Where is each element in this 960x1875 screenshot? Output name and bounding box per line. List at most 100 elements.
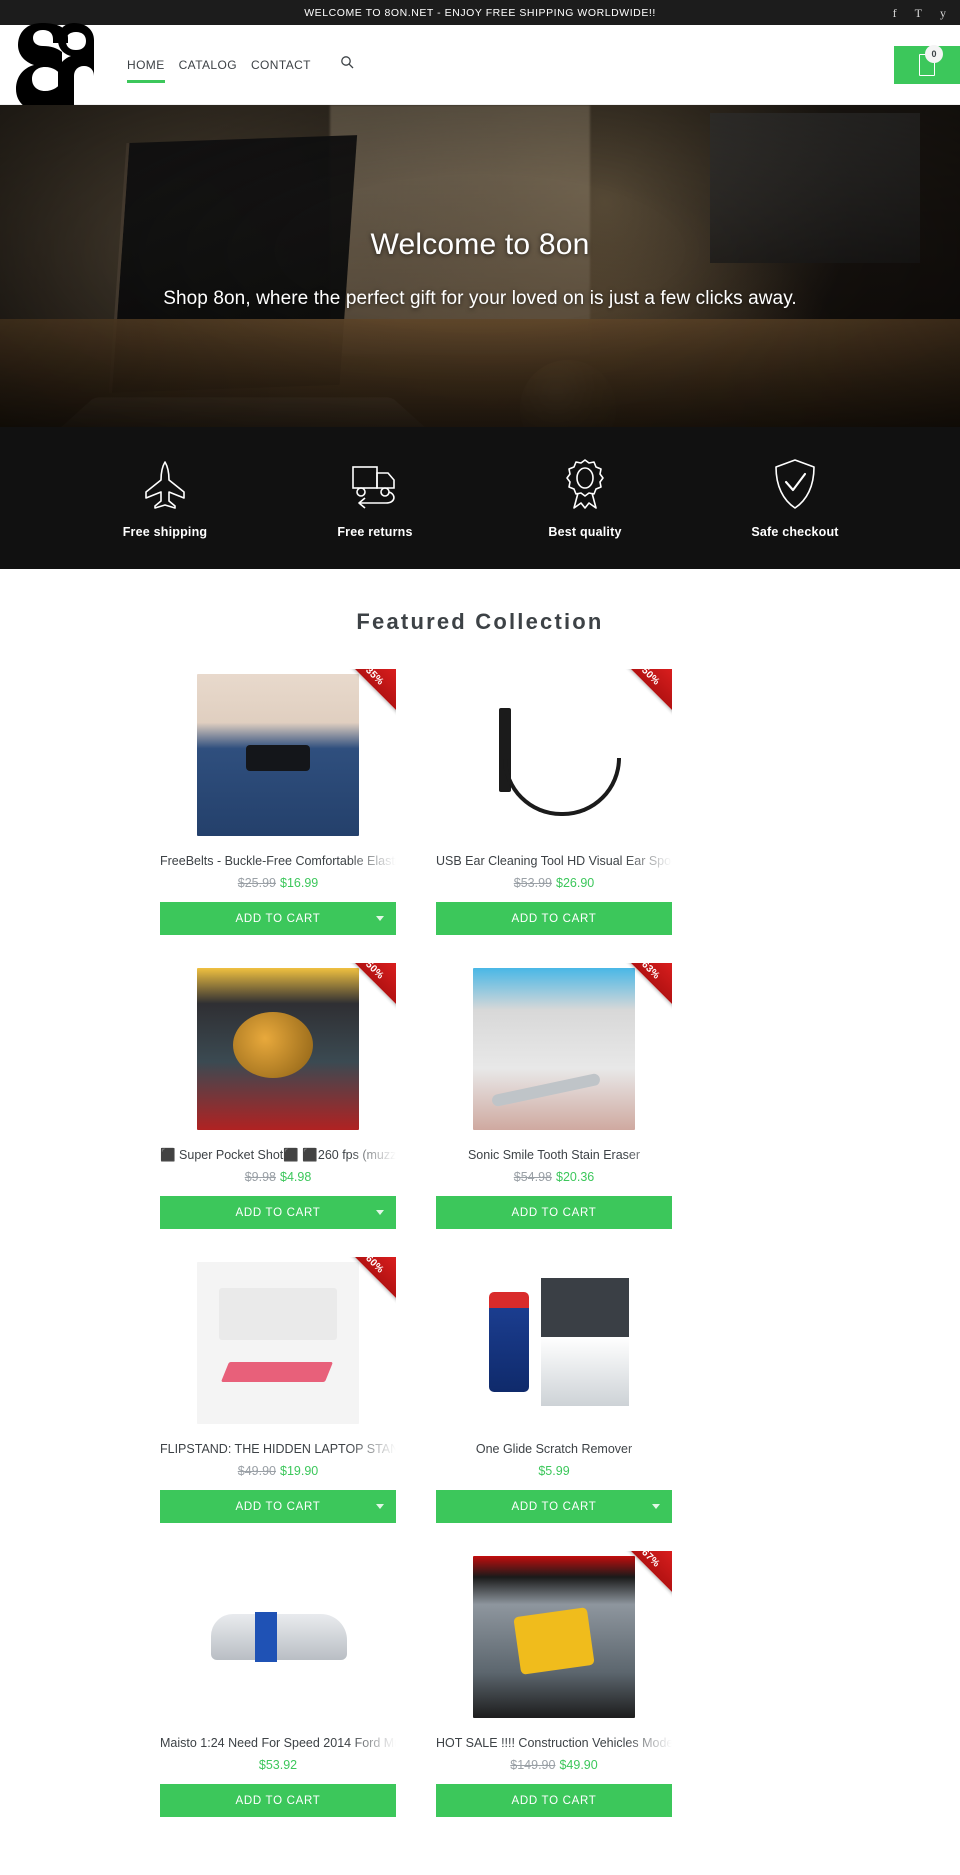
discount-badge-label: - 63% bbox=[634, 963, 662, 982]
shield-check-icon bbox=[690, 457, 900, 511]
add-to-cart-label: ADD TO CART bbox=[511, 912, 597, 925]
add-to-cart-label: ADD TO CART bbox=[235, 1206, 321, 1219]
product-image[interactable]: - 35% bbox=[160, 669, 396, 841]
product-title[interactable]: FreeBelts - Buckle-Free Comfortable Elas… bbox=[160, 853, 396, 870]
discount-badge-label: - 50% bbox=[358, 963, 386, 982]
product-image[interactable] bbox=[160, 1551, 396, 1723]
product-card: - 50% ⬛ Super Pocket Shot⬛ ⬛260 fps (muzz… bbox=[160, 963, 396, 1257]
feature-label: Free returns bbox=[337, 525, 413, 539]
product-price: $25.99 $16.99 bbox=[160, 876, 396, 890]
add-to-cart-button[interactable]: ADD TO CART bbox=[160, 902, 396, 935]
add-to-cart-button[interactable]: ADD TO CART bbox=[160, 1784, 396, 1817]
truck-return-icon bbox=[270, 457, 480, 511]
product-image[interactable]: - 60% bbox=[160, 1257, 396, 1429]
product-price: $9.98 $4.98 bbox=[160, 1170, 396, 1184]
product-image[interactable]: - 63% bbox=[436, 963, 672, 1135]
discount-badge-label: - 67% bbox=[634, 1551, 662, 1570]
product-price-sale: $20.36 bbox=[556, 1170, 595, 1184]
product-card: - 67% HOT SALE !!!! Construction Vehicles… bbox=[436, 1551, 672, 1845]
product-price: $149.90 $49.90 bbox=[436, 1758, 672, 1772]
product-price-sale: $4.98 bbox=[280, 1170, 312, 1184]
cart-button[interactable]: 0 bbox=[894, 45, 960, 84]
product-price-original: $25.99 bbox=[237, 876, 276, 890]
add-to-cart-button[interactable]: ADD TO CART bbox=[436, 902, 672, 935]
product-title[interactable]: ⬛ Super Pocket Shot⬛ ⬛260 fps (muzzle ve… bbox=[160, 1147, 396, 1164]
nav-item-contact[interactable]: CONTACT bbox=[244, 25, 318, 105]
product-thumbnail bbox=[197, 968, 359, 1130]
product-price-original: $54.98 bbox=[513, 1170, 552, 1184]
nav-item-catalog[interactable]: CATALOG bbox=[172, 25, 244, 105]
discount-badge-label: - 35% bbox=[358, 669, 386, 688]
add-to-cart-button[interactable]: ADD TO CART bbox=[160, 1490, 396, 1523]
product-price-sale: $49.90 bbox=[559, 1758, 598, 1772]
nav-item-home[interactable]: HOME bbox=[120, 25, 172, 105]
product-price-original: $9.98 bbox=[244, 1170, 276, 1184]
product-card: - 50% USB Ear Cleaning Tool HD Visual Ear… bbox=[436, 669, 672, 963]
award-ribbon-icon bbox=[480, 457, 690, 511]
chevron-down-icon bbox=[376, 916, 384, 921]
product-thumbnail bbox=[197, 1556, 359, 1718]
product-price-original: $149.90 bbox=[510, 1758, 556, 1772]
product-price-sale: $26.90 bbox=[556, 876, 595, 890]
add-to-cart-label: ADD TO CART bbox=[511, 1500, 597, 1513]
cart-icon: 0 bbox=[919, 45, 943, 76]
product-price-sale: $53.92 bbox=[258, 1758, 298, 1772]
product-image[interactable]: - 50% bbox=[436, 669, 672, 841]
product-thumbnail bbox=[473, 674, 635, 836]
product-image[interactable] bbox=[436, 1257, 672, 1429]
site-logo[interactable] bbox=[16, 21, 94, 113]
cart-count-badge: 0 bbox=[925, 45, 943, 63]
product-title[interactable]: Sonic Smile Tooth Stain Eraser bbox=[436, 1147, 672, 1164]
product-thumbnail bbox=[473, 1556, 635, 1718]
social-links: f T y bbox=[893, 0, 946, 25]
add-to-cart-label: ADD TO CART bbox=[511, 1794, 597, 1807]
youtube-icon[interactable]: y bbox=[940, 7, 946, 19]
discount-badge-label: - 50% bbox=[634, 669, 662, 688]
product-title[interactable]: One Glide Scratch Remover bbox=[436, 1441, 672, 1458]
featured-collection-section: Featured Collection - 35% FreeBelts - Buc… bbox=[0, 569, 960, 1845]
page-title: Featured Collection bbox=[356, 609, 604, 634]
product-grid: - 35% FreeBelts - Buckle-Free Comfortable… bbox=[160, 669, 800, 1845]
product-title[interactable]: FLIPSTAND: THE HIDDEN LAPTOP STAND- de bbox=[160, 1441, 396, 1458]
product-image[interactable]: - 50% bbox=[160, 963, 396, 1135]
site-header: HOME CATALOG CONTACT 0 bbox=[0, 23, 960, 112]
features-bar: Free shipping Free returns Best quality bbox=[0, 427, 960, 569]
hero-title: Welcome to 8on bbox=[370, 228, 590, 261]
product-price-sale: $19.90 bbox=[280, 1464, 319, 1478]
product-thumbnail bbox=[473, 1262, 635, 1424]
product-card: - 60% FLIPSTAND: THE HIDDEN LAPTOP STAND-… bbox=[160, 1257, 396, 1551]
product-title[interactable]: Maisto 1:24 Need For Speed 2014 Ford Mus… bbox=[160, 1735, 396, 1752]
product-price-sale: $16.99 bbox=[280, 876, 319, 890]
feature-safe-checkout: Safe checkout bbox=[690, 457, 900, 539]
product-price: $5.99 bbox=[436, 1464, 672, 1478]
search-icon[interactable] bbox=[340, 25, 354, 105]
add-to-cart-button[interactable]: ADD TO CART bbox=[436, 1490, 672, 1523]
discount-badge-label: - 60% bbox=[358, 1257, 386, 1276]
feature-free-shipping: Free shipping bbox=[60, 457, 270, 539]
product-card: One Glide Scratch Remover $5.99 ADD TO CAR… bbox=[436, 1257, 672, 1551]
product-card: - 35% FreeBelts - Buckle-Free Comfortable… bbox=[160, 669, 396, 963]
add-to-cart-button[interactable]: ADD TO CART bbox=[436, 1196, 672, 1229]
hero-copy: Welcome to 8on Shop 8on, where the perfe… bbox=[0, 105, 960, 427]
product-card: Maisto 1:24 Need For Speed 2014 Ford Mus… bbox=[160, 1551, 396, 1845]
product-image[interactable]: - 67% bbox=[436, 1551, 672, 1723]
product-title[interactable]: USB Ear Cleaning Tool HD Visual Ear Spoo… bbox=[436, 853, 672, 870]
facebook-icon[interactable]: f bbox=[893, 7, 897, 19]
announcement-text: WELCOME TO 8ON.NET - ENJOY FREE SHIPPING… bbox=[304, 6, 656, 19]
add-to-cart-label: ADD TO CART bbox=[511, 1206, 597, 1219]
add-to-cart-label: ADD TO CART bbox=[235, 1500, 321, 1513]
product-thumbnail bbox=[473, 968, 635, 1130]
hero-subtitle: Shop 8on, where the perfect gift for you… bbox=[163, 288, 797, 309]
product-price-sale: $5.99 bbox=[538, 1464, 570, 1478]
product-price: $54.98 $20.36 bbox=[436, 1170, 672, 1184]
product-price: $49.90 $19.90 bbox=[160, 1464, 396, 1478]
product-price: $53.99 $26.90 bbox=[436, 876, 672, 890]
feature-label: Free shipping bbox=[122, 525, 208, 539]
add-to-cart-button[interactable]: ADD TO CART bbox=[436, 1784, 672, 1817]
feature-free-returns: Free returns bbox=[270, 457, 480, 539]
feature-label: Best quality bbox=[548, 525, 622, 539]
feature-best-quality: Best quality bbox=[480, 457, 690, 539]
product-title[interactable]: HOT SALE !!!! Construction Vehicles Mode… bbox=[436, 1735, 672, 1752]
twitter-icon[interactable]: T bbox=[915, 7, 922, 19]
add-to-cart-button[interactable]: ADD TO CART bbox=[160, 1196, 396, 1229]
